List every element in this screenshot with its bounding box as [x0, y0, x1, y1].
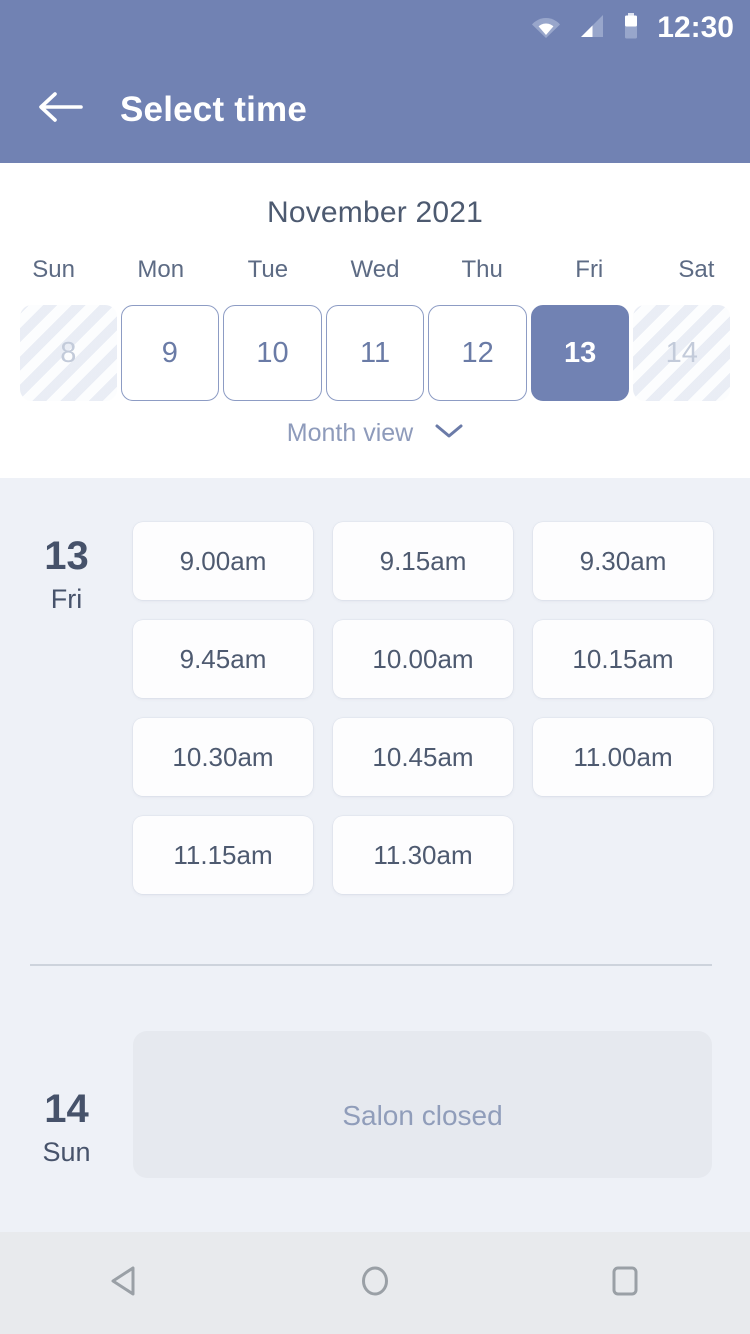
- time-slot-button[interactable]: 11.30am: [333, 816, 513, 894]
- battery-icon: [623, 12, 639, 44]
- salon-closed-label: Salon closed: [342, 1099, 503, 1131]
- weekday-header-fri: Fri: [575, 256, 604, 283]
- month-view-toggle[interactable]: Month view: [0, 419, 750, 448]
- weekday-header-wed: Wed: [350, 256, 400, 283]
- time-slot-button[interactable]: 10.30am: [133, 718, 313, 796]
- salon-closed-card: Salon closed: [133, 1031, 712, 1178]
- time-slot-button[interactable]: 9.30am: [533, 522, 713, 600]
- calendar-day-row: 8 9 10 11 12 13 14: [0, 305, 750, 401]
- calendar-day-cell-14: 14: [633, 305, 731, 401]
- time-slot-button[interactable]: 9.15am: [333, 522, 513, 600]
- weekday-header-thu: Thu: [461, 256, 503, 283]
- time-slot-button[interactable]: 9.45am: [133, 620, 313, 698]
- chevron-down-icon: [435, 423, 463, 444]
- cellular-signal-icon: [579, 14, 605, 43]
- android-nav-bar: [0, 1232, 750, 1334]
- nav-recents-button[interactable]: [565, 1232, 685, 1334]
- weekday-header-sat: Sat: [678, 256, 715, 283]
- page-title: Select time: [120, 89, 308, 129]
- month-view-toggle-label: Month view: [286, 419, 414, 447]
- calendar-day-cell-11[interactable]: 11: [325, 305, 425, 401]
- status-bar-icons: [531, 12, 639, 44]
- schedule-day-13: 13 Fri 9.00am 9.15am 9.30am 9.45am 10.00…: [0, 478, 750, 904]
- calendar-day-cell-9[interactable]: 9: [120, 305, 220, 401]
- weekday-header-mon: Mon: [137, 256, 185, 283]
- time-slot-button[interactable]: 11.00am: [533, 718, 713, 796]
- status-bar: 12:30: [0, 0, 750, 56]
- schedule-day-number: 14: [44, 1087, 89, 1131]
- schedule-day-weekday: Sun: [42, 1137, 91, 1167]
- calendar-month-label: November 2021: [266, 196, 484, 229]
- back-button[interactable]: [22, 72, 98, 148]
- time-slot-button[interactable]: 11.15am: [133, 816, 313, 894]
- calendar-panel: November 2021 Sun Mon Tue Wed Thu Fri Sa…: [0, 163, 750, 478]
- android-home-circle-icon: [354, 1260, 396, 1307]
- nav-home-button[interactable]: [315, 1232, 435, 1334]
- time-slot-button[interactable]: 10.15am: [533, 620, 713, 698]
- nav-back-button[interactable]: [65, 1232, 185, 1334]
- schedule-day-label-14: 14 Sun: [0, 1031, 133, 1178]
- time-slot-button[interactable]: 10.00am: [333, 620, 513, 698]
- calendar-day-cell-8: 8: [20, 305, 117, 401]
- calendar-day-cell-13-selected[interactable]: 13: [530, 305, 630, 401]
- calendar-day-cell-10[interactable]: 10: [223, 305, 322, 401]
- schedule-day-weekday: Fri: [50, 584, 83, 614]
- schedule-day-label-13: 13 Fri: [0, 478, 133, 904]
- time-slot-grid: 9.00am 9.15am 9.30am 9.45am 10.00am 10.1…: [133, 478, 750, 904]
- schedule-day-number: 13: [44, 534, 89, 578]
- phone-screen: 12:30 Select time November 2021 Sun Mon …: [0, 0, 750, 1334]
- app-bar: Select time: [0, 56, 750, 163]
- calendar-weekday-header-row: Sun Mon Tue Wed Thu Fri Sat: [0, 256, 750, 284]
- day-separator: [30, 964, 712, 966]
- time-slot-button[interactable]: 9.00am: [133, 522, 313, 600]
- calendar-day-cell-12[interactable]: 12: [428, 305, 527, 401]
- schedule-day-14: 14 Sun Salon closed: [0, 1031, 750, 1178]
- android-back-triangle-icon: [104, 1260, 146, 1307]
- status-bar-clock: 12:30: [657, 11, 734, 44]
- wifi-icon: [531, 14, 561, 43]
- android-recents-square-icon: [604, 1260, 646, 1307]
- time-slot-button[interactable]: 10.45am: [333, 718, 513, 796]
- weekday-header-tue: Tue: [247, 256, 289, 283]
- weekday-header-sun: Sun: [32, 256, 75, 283]
- schedule-body: 13 Fri 9.00am 9.15am 9.30am 9.45am 10.00…: [0, 478, 750, 1232]
- arrow-left-icon: [37, 90, 83, 129]
